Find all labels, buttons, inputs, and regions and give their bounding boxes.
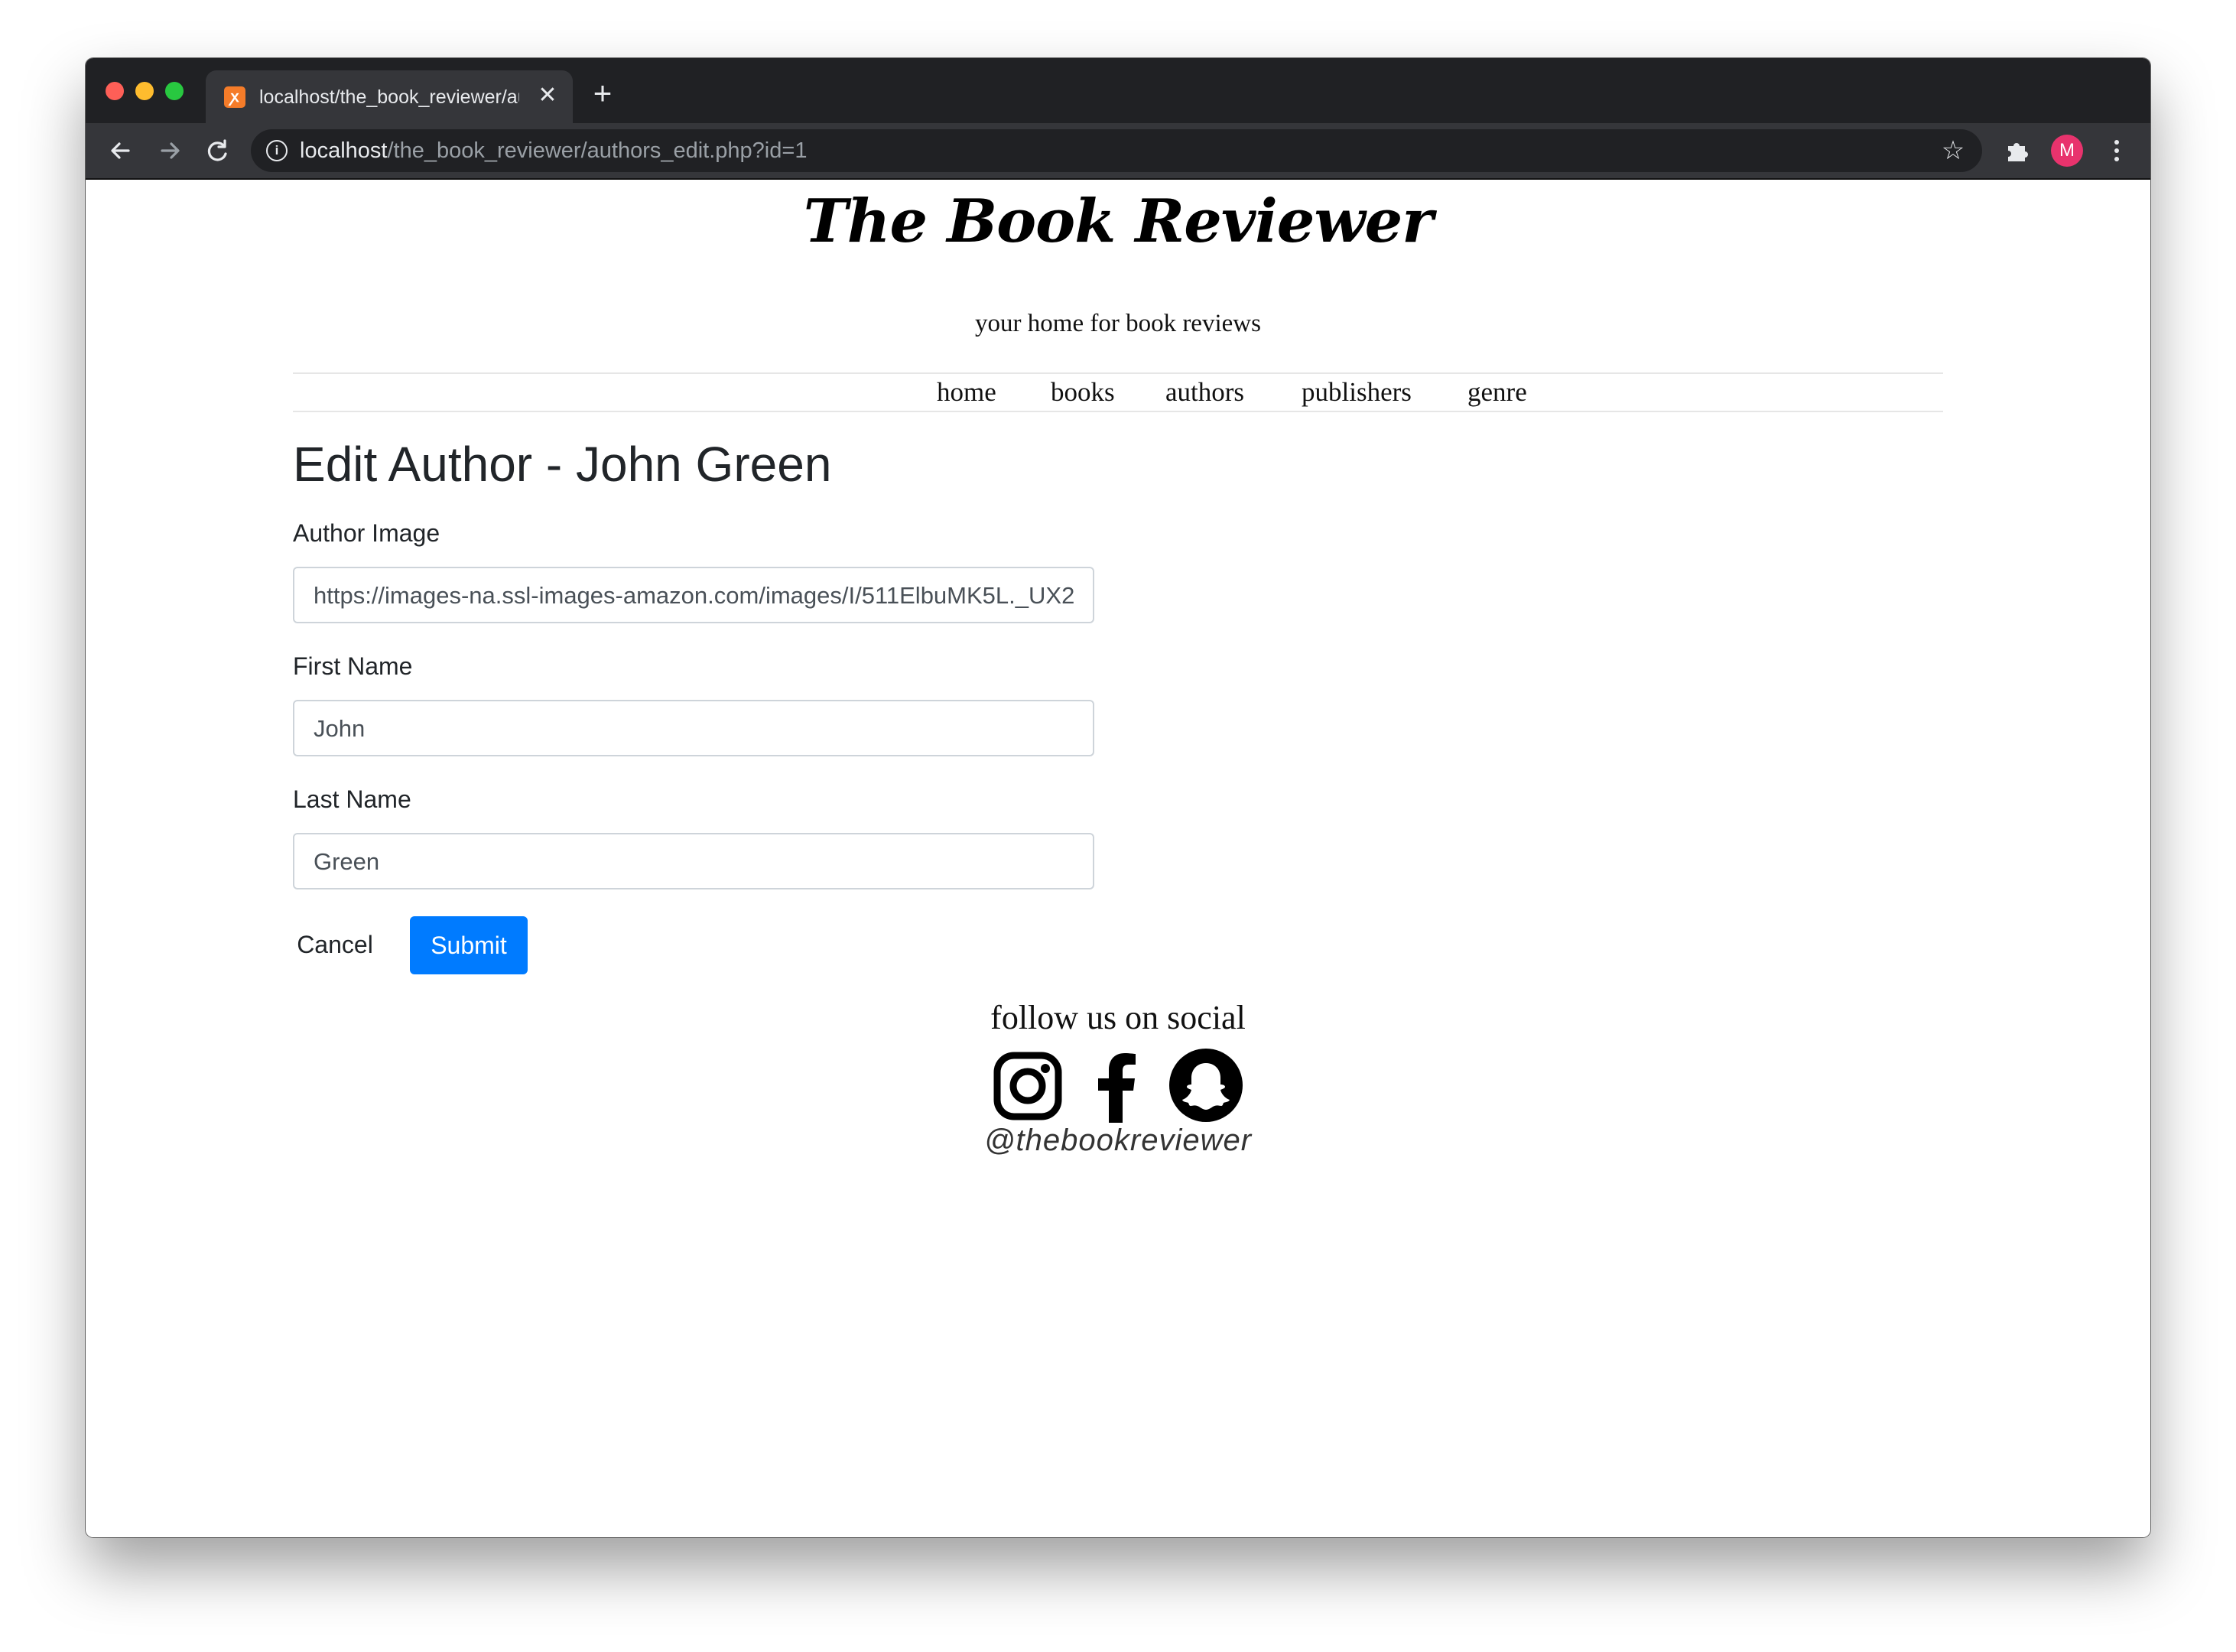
- forward-arrow-icon[interactable]: [154, 135, 185, 166]
- nav-authors-link[interactable]: authors: [1165, 376, 1244, 409]
- first-name-value: John: [314, 715, 366, 742]
- xampp-favicon-icon: ꭗ: [224, 86, 245, 108]
- site-tagline: your home for book reviews: [975, 310, 1261, 337]
- tab-close-icon[interactable]: ✕: [535, 83, 561, 109]
- maximize-window-button[interactable]: [165, 82, 184, 100]
- site-info-icon[interactable]: i: [266, 140, 288, 161]
- browser-tab-active[interactable]: ꭗ localhost/the_book_reviewer/authors_ed…: [206, 70, 573, 123]
- address-bar[interactable]: i localhost/the_book_reviewer/authors_ed…: [251, 129, 1982, 172]
- back-arrow-icon[interactable]: [106, 135, 136, 166]
- page-title: Edit Author - John Green: [293, 437, 832, 492]
- more-menu-icon[interactable]: [2101, 135, 2132, 166]
- snapchat-icon[interactable]: [1168, 1048, 1243, 1123]
- first-name-label: First Name: [293, 652, 413, 680]
- minimize-window-button[interactable]: [135, 82, 154, 100]
- last-name-value: Green: [314, 848, 380, 875]
- extensions-puzzle-icon[interactable]: [2002, 135, 2033, 166]
- first-name-input[interactable]: John: [293, 700, 1094, 756]
- tab-title: localhost/the_book_reviewer/authors_edit…: [259, 86, 519, 108]
- cancel-button[interactable]: Cancel: [293, 916, 377, 973]
- author-image-input[interactable]: https://images-na.ssl-images-amazon.com/…: [293, 567, 1094, 623]
- site-title[interactable]: The Book Reviewer: [86, 180, 2150, 264]
- reload-icon[interactable]: [202, 135, 232, 166]
- main-nav: home books authors publishers genre: [293, 372, 1943, 412]
- facebook-icon[interactable]: [1081, 1048, 1156, 1123]
- new-tab-button[interactable]: +: [587, 77, 618, 109]
- browser-window: ꭗ localhost/the_book_reviewer/authors_ed…: [86, 58, 2150, 1537]
- tab-bar: ꭗ localhost/the_book_reviewer/authors_ed…: [86, 58, 2150, 123]
- nav-publishers-link[interactable]: publishers: [1302, 376, 1412, 409]
- close-window-button[interactable]: [106, 82, 124, 100]
- url-text: localhost/the_book_reviewer/authors_edit…: [300, 138, 808, 163]
- follow-us-text: follow us on social: [990, 999, 1246, 1036]
- author-image-label: Author Image: [293, 519, 440, 547]
- submit-button[interactable]: Submit: [410, 916, 528, 974]
- last-name-input[interactable]: Green: [293, 833, 1094, 889]
- nav-books-link[interactable]: books: [1051, 376, 1115, 409]
- profile-avatar[interactable]: M: [2051, 135, 2083, 167]
- bookmark-star-icon[interactable]: ☆: [1939, 137, 1967, 164]
- last-name-label: Last Name: [293, 785, 411, 813]
- nav-genre-link[interactable]: genre: [1467, 376, 1527, 409]
- instagram-icon[interactable]: [991, 1048, 1066, 1123]
- browser-toolbar: i localhost/the_book_reviewer/authors_ed…: [86, 123, 2150, 180]
- page-content: The Book Reviewer your home for book rev…: [86, 180, 2150, 1537]
- nav-home-link[interactable]: home: [937, 376, 996, 409]
- social-handle: @thebookreviewer: [983, 1124, 1253, 1157]
- author-image-value: https://images-na.ssl-images-amazon.com/…: [314, 582, 1074, 609]
